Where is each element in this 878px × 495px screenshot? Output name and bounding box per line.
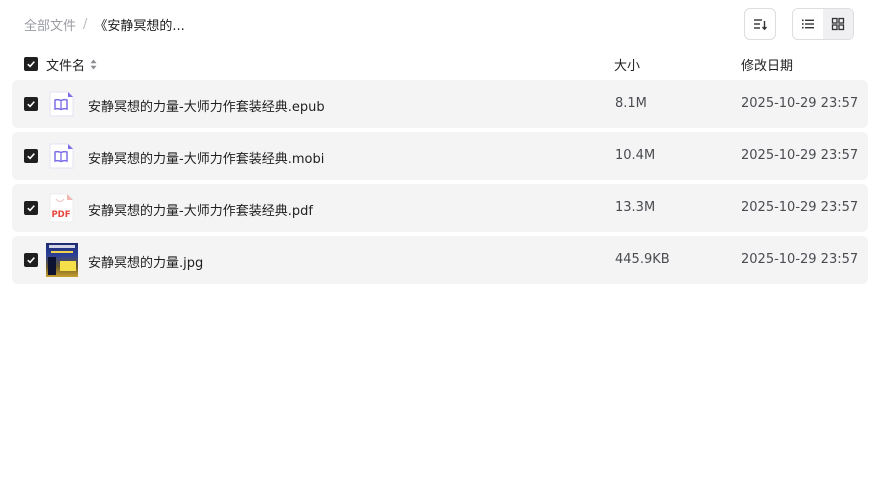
row-checkbox[interactable] xyxy=(24,149,38,163)
list-view-icon xyxy=(802,19,814,29)
file-name[interactable]: 安静冥想的力量-大师力作套装经典.mobi xyxy=(88,148,324,167)
breadcrumb: 全部文件 / 《安静冥想的... xyxy=(24,15,185,34)
breadcrumb-current: 《安静冥想的... xyxy=(94,18,185,34)
check-icon xyxy=(27,257,35,264)
row-checkbox[interactable] xyxy=(24,253,38,267)
file-row[interactable]: 安静冥想的力量-大师力作套装经典.epub 8.1M 2025-10-29 23… xyxy=(12,80,868,128)
pdf-icon-label: PDF xyxy=(51,210,70,220)
file-name[interactable]: 安静冥想的力量-大师力作套装经典.pdf xyxy=(88,200,313,219)
file-size: 445.9KB xyxy=(615,252,670,267)
check-icon xyxy=(27,153,35,160)
file-date: 2025-10-29 23:57 xyxy=(741,96,859,111)
file-name[interactable]: 安静冥想的力量.jpg xyxy=(88,252,203,271)
file-name[interactable]: 安静冥想的力量-大师力作套装经典.epub xyxy=(88,96,325,115)
file-row[interactable]: 安静冥想的力量.jpg 445.9KB 2025-10-29 23:57 xyxy=(12,236,868,284)
pdf-icon: PDF xyxy=(49,193,74,223)
column-header-date[interactable]: 修改日期 xyxy=(741,55,793,74)
breadcrumb-root[interactable]: 全部文件 xyxy=(24,15,76,34)
grid-view-icon xyxy=(831,17,845,31)
book-icon xyxy=(49,143,74,169)
file-size: 10.4M xyxy=(615,148,656,163)
top-bar: 全部文件 / 《安静冥想的... xyxy=(0,0,878,48)
image-thumbnail xyxy=(46,243,78,277)
check-icon xyxy=(27,61,35,68)
check-icon xyxy=(27,205,35,212)
sort-caret-icon xyxy=(90,59,97,70)
view-toggle xyxy=(792,8,854,40)
sort-button[interactable] xyxy=(744,8,776,40)
column-header-size[interactable]: 大小 xyxy=(614,55,640,74)
row-checkbox[interactable] xyxy=(24,201,38,215)
file-size: 13.3M xyxy=(615,200,656,215)
sort-icon xyxy=(754,19,768,31)
column-header-name-label: 文件名 xyxy=(46,59,86,74)
file-date: 2025-10-29 23:57 xyxy=(741,252,859,267)
file-date: 2025-10-29 23:57 xyxy=(741,200,859,215)
file-row[interactable]: 安静冥想的力量-大师力作套装经典.mobi 10.4M 2025-10-29 2… xyxy=(12,132,868,180)
breadcrumb-separator: / xyxy=(83,16,88,32)
book-icon xyxy=(49,91,74,117)
column-header-name[interactable]: 文件名 xyxy=(46,55,97,74)
table-header: 文件名 大小 修改日期 xyxy=(12,52,868,76)
file-row[interactable]: PDF 安静冥想的力量-大师力作套装经典.pdf 13.3M 2025-10-2… xyxy=(12,184,868,232)
list-view-button[interactable] xyxy=(793,9,823,39)
file-date: 2025-10-29 23:57 xyxy=(741,148,859,163)
check-icon xyxy=(27,101,35,108)
grid-view-button[interactable] xyxy=(823,9,853,39)
select-all-checkbox[interactable] xyxy=(24,57,38,71)
file-list: 安静冥想的力量-大师力作套装经典.epub 8.1M 2025-10-29 23… xyxy=(12,80,868,288)
row-checkbox[interactable] xyxy=(24,97,38,111)
file-size: 8.1M xyxy=(615,96,647,111)
